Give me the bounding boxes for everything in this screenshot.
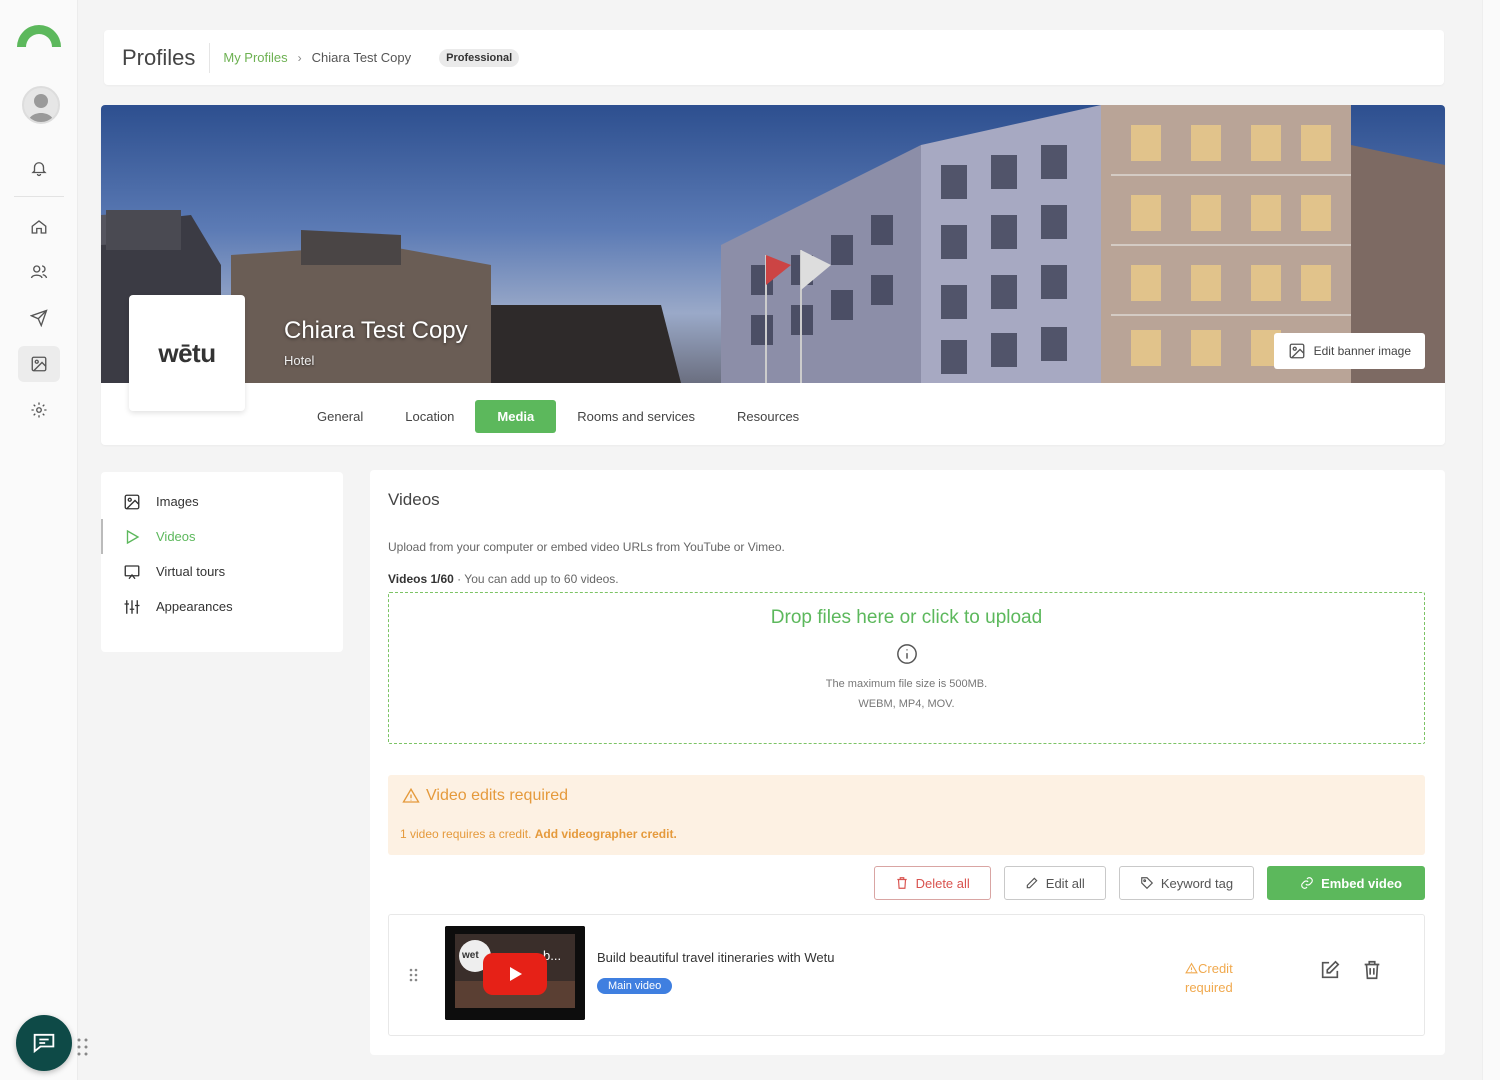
profile-logo-text: wētu <box>158 337 216 368</box>
video-title: Build beautiful travel itineraries with … <box>597 950 835 965</box>
edit-all-label: Edit all <box>1045 875 1085 891</box>
gear-icon[interactable] <box>18 392 60 428</box>
section-title: Videos <box>388 490 440 509</box>
warning-message: 1 video requires a credit. <box>400 827 532 841</box>
edit-banner-label: Edit banner image <box>1313 344 1411 358</box>
dropzone-formats: WEBM, MP4, MOV. <box>858 698 955 710</box>
drag-handle-icon[interactable] <box>409 967 419 983</box>
tab-general[interactable]: General <box>296 400 384 433</box>
section-description: Upload from your computer or embed video… <box>388 540 785 554</box>
warning-icon <box>1185 962 1198 974</box>
breadcrumb-current: Chiara Test Copy <box>311 50 412 65</box>
breadcrumb-separator: › <box>297 50 302 65</box>
image-icon <box>1289 343 1305 359</box>
link-icon <box>1301 877 1313 889</box>
page-header: Profiles My Profiles › Chiara Test Copy … <box>104 30 1444 85</box>
embed-video-label: Embed video <box>1321 875 1402 891</box>
keyword-tag-label: Keyword tag <box>1160 875 1234 891</box>
users-icon[interactable] <box>18 254 60 290</box>
embed-video-button[interactable]: Embed video <box>1267 866 1425 900</box>
play-icon <box>510 967 522 981</box>
play-button[interactable] <box>483 953 547 995</box>
tour-icon <box>124 564 140 579</box>
profile-type: Hotel <box>284 353 315 368</box>
edit-banner-button[interactable]: Edit banner image <box>1273 333 1425 369</box>
left-nav-rail <box>0 0 78 1080</box>
tab-location[interactable]: Location <box>384 400 475 433</box>
trash-icon[interactable] <box>1361 959 1383 981</box>
tab-media[interactable]: Media <box>475 400 557 433</box>
delete-all-button[interactable]: Delete all <box>873 866 991 900</box>
sidemenu-item-images[interactable]: Images <box>101 484 343 519</box>
tab-resources[interactable]: Resources <box>716 400 820 433</box>
banner-image: Chiara Test Copy Hotel Edit banner image <box>101 105 1445 383</box>
video-thumbnail[interactable]: wet b... <box>445 926 585 1020</box>
home-icon[interactable] <box>18 209 60 245</box>
edit-all-button[interactable]: Edit all <box>1003 866 1106 900</box>
warning-text: 1 video requires a credit. Add videograp… <box>400 827 677 841</box>
dropzone-title: Drop files here or click to upload <box>770 607 1043 628</box>
sidemenu-item-label: Virtual tours <box>156 564 226 579</box>
main-video-badge: Main video <box>597 978 673 994</box>
send-icon[interactable] <box>18 300 60 336</box>
tab-rooms-and-services[interactable]: Rooms and services <box>556 400 716 433</box>
info-icon <box>896 644 917 664</box>
keyword-tag-button[interactable]: Keyword tag <box>1118 866 1255 900</box>
thumbnail-text: wet <box>462 950 479 961</box>
breadcrumb-link[interactable]: My Profiles <box>223 50 287 65</box>
sidemenu-item-virtual-tours[interactable]: Virtual tours <box>101 554 343 589</box>
tag-icon <box>1140 877 1153 890</box>
add-credit-link[interactable]: Add videographer credit. <box>535 827 677 841</box>
delete-all-label: Delete all <box>915 875 970 891</box>
upload-dropzone[interactable]: Drop files here or click to upload The m… <box>388 592 1425 744</box>
avatar[interactable] <box>22 86 60 124</box>
credit-status-line1: Credit <box>1198 961 1233 976</box>
image-icon[interactable] <box>18 346 60 382</box>
sidemenu-item-label: Videos <box>156 529 196 544</box>
profile-logo[interactable]: wētu <box>129 295 245 411</box>
warning-title-text: Video edits required <box>426 787 569 804</box>
sidemenu-item-label: Appearances <box>156 599 233 614</box>
sidemenu-item-label: Images <box>156 494 199 509</box>
video-count: Videos 1/60 · You can add up to 60 video… <box>388 572 619 586</box>
page-title: Profiles <box>122 42 211 73</box>
media-side-menu: Images Videos Virtual tours Appearances <box>101 472 343 652</box>
chat-icon <box>33 1033 55 1054</box>
trash-icon <box>896 877 907 889</box>
page-scrollbar[interactable] <box>1482 0 1500 1080</box>
divider <box>14 196 64 197</box>
image-icon <box>124 494 140 509</box>
video-count-label: Videos 1/60 <box>388 572 454 586</box>
pencil-icon <box>1026 877 1038 889</box>
sliders-icon <box>124 599 140 614</box>
play-icon <box>126 529 140 544</box>
logo-icon[interactable] <box>14 20 64 48</box>
credit-required-status[interactable]: Credit required <box>1185 959 1233 997</box>
credit-status-line2: required <box>1185 980 1233 995</box>
sidemenu-item-videos[interactable]: Videos <box>101 519 343 554</box>
video-count-note: · You can add up to 60 videos. <box>457 572 619 586</box>
video-list-item: wet b... Build beautiful travel itinerar… <box>388 914 1425 1036</box>
plan-badge: Professional <box>439 48 520 67</box>
warning-banner: Video edits required 1 video requires a … <box>388 775 1425 855</box>
warning-title: Video edits required <box>402 787 568 805</box>
video-actions: Delete all Edit all Keyword tag Embed vi… <box>861 866 1425 900</box>
drag-handle-icon[interactable] <box>76 1036 90 1058</box>
videos-panel: Videos Upload from your computer or embe… <box>370 470 1445 1055</box>
profile-card: Chiara Test Copy Hotel Edit banner image… <box>101 105 1445 445</box>
sidemenu-item-appearances[interactable]: Appearances <box>101 589 343 624</box>
warning-icon <box>402 787 420 803</box>
edit-icon[interactable] <box>1319 959 1341 981</box>
chat-button[interactable] <box>16 1015 72 1071</box>
profile-tabs: General Location Media Rooms and service… <box>296 400 820 433</box>
bell-icon[interactable] <box>18 150 60 186</box>
profile-name: Chiara Test Copy <box>284 317 468 344</box>
dropzone-max-size: The maximum file size is 500MB. <box>825 678 988 690</box>
